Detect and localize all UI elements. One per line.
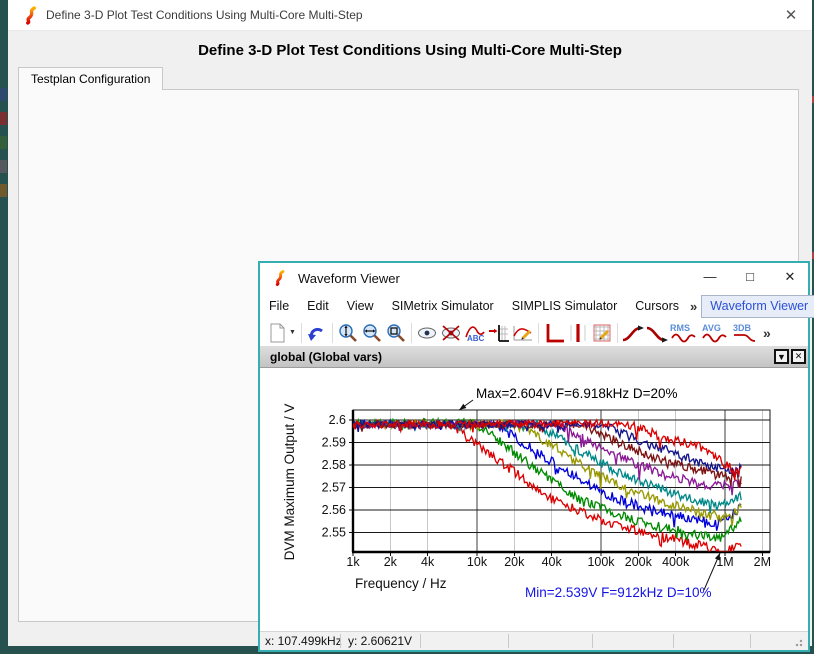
graph-list-dropdown-icon[interactable]: ▼ <box>774 349 789 364</box>
graph-tab-label: global (Global vars) <box>270 350 774 364</box>
curve-D=20%[interactable] <box>353 419 741 542</box>
viewer-toolbar: ▼ ABC <box>260 319 808 346</box>
zoom-box-icon[interactable] <box>384 321 408 345</box>
simetrix-logo-icon <box>24 6 39 25</box>
svg-text:Frequency / Hz: Frequency / Hz <box>355 576 447 591</box>
minimize-icon[interactable]: — <box>702 269 718 285</box>
graph-close-icon[interactable]: ✕ <box>791 349 806 364</box>
add-grid-icon[interactable] <box>542 321 566 345</box>
menu-cursors[interactable]: Cursors <box>626 296 688 316</box>
avg-icon[interactable]: AVG <box>700 321 731 345</box>
svg-text:3DB: 3DB <box>733 323 752 333</box>
svg-text:2.56: 2.56 <box>322 503 346 517</box>
dialog-close-icon[interactable]: ✕ <box>782 6 800 24</box>
cursor-x-readout: x: 107.499kHz <box>265 634 342 648</box>
svg-text:40k: 40k <box>542 555 563 569</box>
svg-text:AVG: AVG <box>702 323 721 333</box>
svg-text:20k: 20k <box>504 555 525 569</box>
tab-testplan-configuration[interactable]: Testplan Configuration <box>18 67 163 90</box>
cursor-y-readout: y: 2.60621V <box>348 634 412 648</box>
svg-text:200k: 200k <box>625 555 653 569</box>
waveform-viewer-window: Waveform Viewer — □ ✕ FileEditViewSIMetr… <box>258 261 810 652</box>
resize-grip[interactable] <box>795 637 805 647</box>
dialog-titlebar[interactable]: Define 3-D Plot Test Conditions Using Mu… <box>8 0 812 31</box>
mode-select[interactable]: Waveform Viewer ▼ <box>701 295 814 318</box>
menu-file[interactable]: File <box>260 296 298 316</box>
zoom-x-icon[interactable] <box>360 321 384 345</box>
rms-icon[interactable]: RMS <box>669 321 700 345</box>
background-taskbar-chip <box>0 112 7 125</box>
dialog-title: Define 3-D Plot Test Conditions Using Mu… <box>46 8 363 22</box>
background-taskbar-chip <box>0 88 7 101</box>
svg-text:RMS: RMS <box>670 323 690 333</box>
svg-text:2.57: 2.57 <box>322 481 346 495</box>
curve-rise-icon[interactable] <box>621 321 645 345</box>
svg-text:2.55: 2.55 <box>322 526 346 540</box>
svg-text:2.6: 2.6 <box>329 413 346 427</box>
min-annotation: Min=2.539V F=912kHz D=10% <box>525 585 711 600</box>
close-icon[interactable]: ✕ <box>782 269 798 285</box>
maximize-icon[interactable]: □ <box>742 269 758 285</box>
svg-text:2M: 2M <box>754 555 771 569</box>
edit-curve-icon[interactable] <box>511 321 535 345</box>
curve-fall-icon[interactable] <box>645 321 669 345</box>
max-annotation: Max=2.604V F=6.918kHz D=20% <box>476 386 678 401</box>
graph-tab-bar[interactable]: global (Global vars) ▼ ✕ <box>260 346 808 368</box>
show-curve-icon[interactable] <box>415 321 439 345</box>
viewer-statusbar: x: 107.499kHz y: 2.60621V <box>260 631 808 650</box>
svg-text:2k: 2k <box>384 555 398 569</box>
menu-simetrix-simulator[interactable]: SIMetrix Simulator <box>383 296 503 316</box>
menu-edit[interactable]: Edit <box>298 296 338 316</box>
svg-text:ABC: ABC <box>467 334 485 343</box>
add-y-axis-icon[interactable] <box>566 321 590 345</box>
waveform-plot[interactable]: 1k2k4k10k20k40k100k200k400k1M2M2.62.592.… <box>260 368 808 631</box>
viewer-menubar: FileEditViewSIMetrix SimulatorSIMPLIS Si… <box>260 293 808 319</box>
add-axis-icon[interactable] <box>487 321 511 345</box>
svg-text:DVM Maximum Output / V: DVM Maximum Output / V <box>282 404 297 561</box>
background-taskbar-chip <box>0 136 7 149</box>
menu-overflow-icon[interactable]: » <box>688 299 701 314</box>
background-taskbar-chip <box>0 184 7 197</box>
svg-text:400k: 400k <box>662 555 690 569</box>
simetrix-logo-icon <box>274 269 287 287</box>
svg-text:2.58: 2.58 <box>322 458 346 472</box>
menu-view[interactable]: View <box>338 296 383 316</box>
svg-text:1k: 1k <box>346 555 360 569</box>
label-curve-icon[interactable]: ABC <box>463 321 487 345</box>
undo-icon[interactable] <box>305 321 329 345</box>
viewer-titlebar[interactable]: Waveform Viewer — □ ✕ <box>260 263 808 293</box>
background-taskbar-chip <box>0 160 7 173</box>
svg-text:2.59: 2.59 <box>322 436 346 450</box>
svg-text:100k: 100k <box>587 555 615 569</box>
hide-curve-icon[interactable] <box>439 321 463 345</box>
new-document-icon[interactable] <box>265 321 289 345</box>
edit-grid-icon[interactable] <box>590 321 614 345</box>
toolbar-overflow-icon[interactable]: » <box>763 325 771 341</box>
3db-icon[interactable]: 3DB <box>731 321 762 345</box>
viewer-title: Waveform Viewer <box>298 271 400 286</box>
chevron-down-icon[interactable]: ▼ <box>289 329 296 336</box>
page-title: Define 3-D Plot Test Conditions Using Mu… <box>8 42 812 59</box>
menu-simplis-simulator[interactable]: SIMPLIS Simulator <box>503 296 627 316</box>
svg-text:10k: 10k <box>467 555 488 569</box>
svg-text:4k: 4k <box>421 555 435 569</box>
zoom-y-icon[interactable] <box>336 321 360 345</box>
